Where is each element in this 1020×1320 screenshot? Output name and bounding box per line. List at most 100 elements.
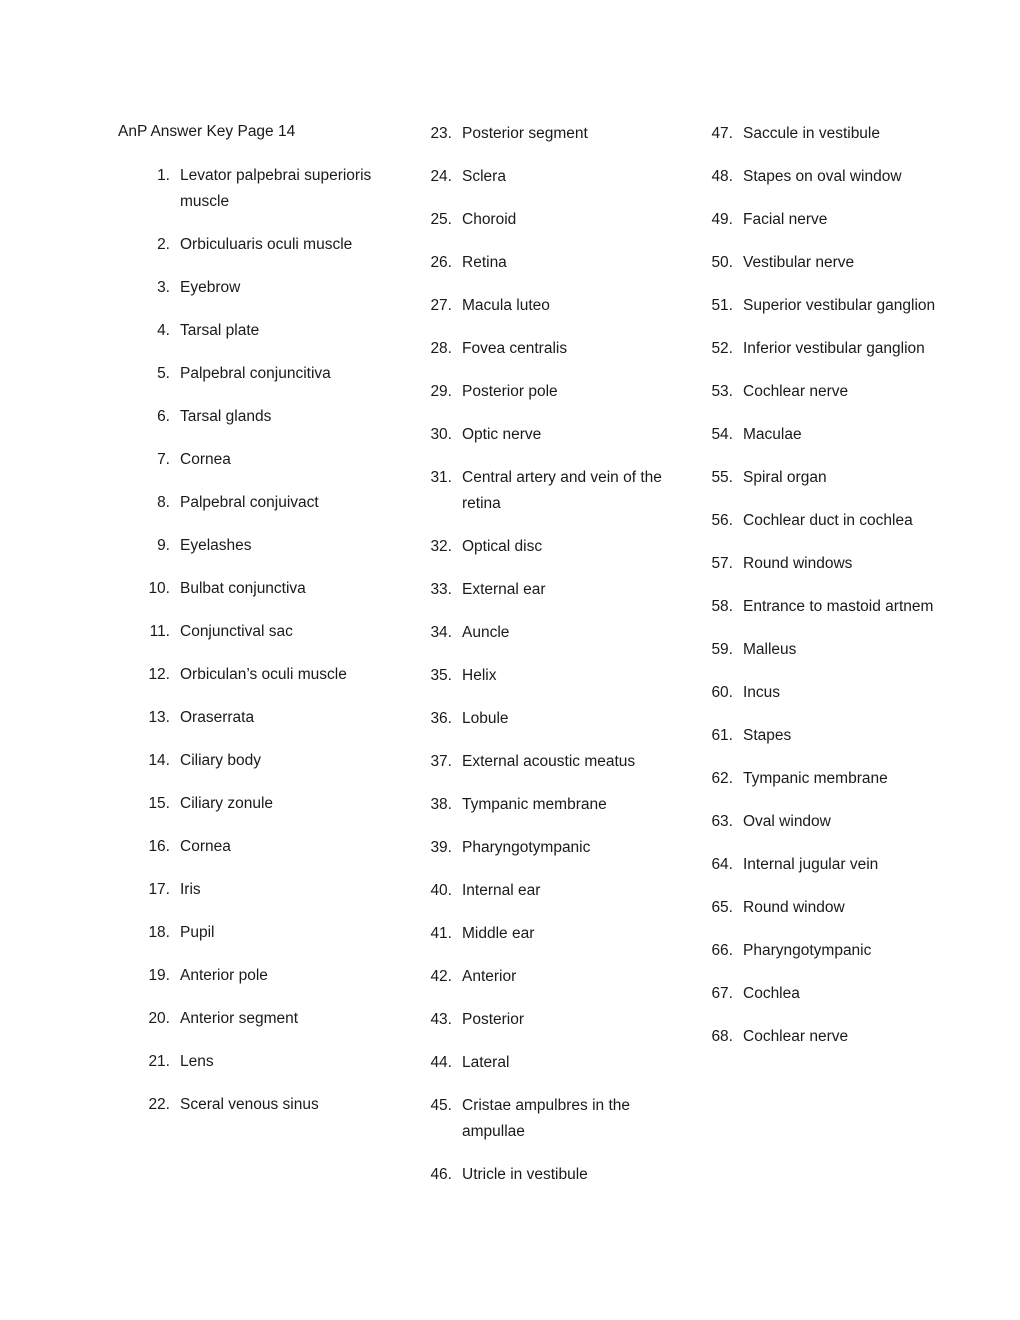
answer-item: 12. Orbiculan’s oculi muscle (140, 662, 390, 688)
answer-item: 36. Lobule (422, 706, 677, 732)
answer-item-label: External acoustic meatus (462, 753, 636, 770)
answer-item: 51. Superior vestibular ganglion (703, 293, 965, 319)
answer-item-number: 17. (148, 881, 170, 898)
answer-item: 21. Lens (140, 1049, 390, 1075)
answer-item: 14. Ciliary body (140, 748, 390, 774)
answer-item-label: Choroid (462, 211, 517, 228)
answer-item-label: Oval window (743, 813, 831, 830)
answer-item-label: Tarsal glands (180, 408, 272, 425)
answer-item-number: 40. (430, 882, 452, 899)
answer-item: 1. Levator palpebrai superioris muscle (140, 163, 390, 215)
answer-item: 19. Anterior pole (140, 963, 390, 989)
answer-item: 43. Posterior (422, 1007, 677, 1033)
answer-item-label: Cristae ampulbres in the ampullae (462, 1097, 630, 1140)
answer-item: 31. Central artery and vein of the retina (422, 465, 677, 517)
answer-item-number: 41. (430, 925, 452, 942)
answer-item-number: 37. (430, 753, 452, 770)
answer-item: 49. Facial nerve (703, 207, 965, 233)
answer-item-label: Helix (462, 667, 497, 684)
answer-item: 15. Ciliary zonule (140, 791, 390, 817)
answer-item-label: Anterior segment (180, 1010, 299, 1027)
answer-item-number: 2. (157, 236, 170, 253)
answer-item: 32. Optical disc (422, 534, 677, 560)
answer-item-label: Central artery and vein of the retina (462, 469, 662, 512)
answer-item-label: Maculae (743, 426, 802, 443)
answer-item: 54. Maculae (703, 422, 965, 448)
answer-item-number: 20. (148, 1010, 170, 1027)
answer-item-number: 18. (148, 924, 170, 941)
answer-item-number: 4. (157, 322, 170, 339)
answer-item-label: Cochlear nerve (743, 1028, 849, 1045)
answer-item: 65. Round window (703, 895, 965, 921)
answer-item-number: 59. (711, 641, 733, 658)
answer-item-number: 49. (711, 211, 733, 228)
answer-item-label: Ciliary body (180, 752, 261, 769)
answer-item-number: 43. (430, 1011, 452, 1028)
answer-item-number: 34. (430, 624, 452, 641)
answer-item-number: 9. (157, 537, 170, 554)
answer-item-number: 26. (430, 254, 452, 271)
answer-item-label: Pharyngotympanic (743, 942, 872, 959)
answer-item-number: 52. (711, 340, 733, 357)
answer-item-label: Lobule (462, 710, 509, 727)
answer-item: 38. Tympanic membrane (422, 792, 677, 818)
answer-item: 30. Optic nerve (422, 422, 677, 448)
answer-item-number: 47. (711, 125, 733, 142)
answer-item-label: Vestibular nerve (743, 254, 855, 271)
answer-item-label: Anterior (462, 968, 517, 985)
answer-item-number: 33. (430, 581, 452, 598)
answer-item-label: Optical disc (462, 538, 543, 555)
answer-column-one: 1. Levator palpebrai superioris muscle 2. O… (140, 163, 390, 1118)
answer-item: 57. Round windows (703, 551, 965, 577)
answer-item-number: 67. (711, 985, 733, 1002)
answer-item: 16. Cornea (140, 834, 390, 860)
answer-item-label: Utricle in vestibule (462, 1166, 588, 1183)
answer-item-label: Incus (743, 684, 781, 701)
answer-item-number: 63. (711, 813, 733, 830)
answer-list-one: 1. Levator palpebrai superioris muscle 2. O… (140, 163, 390, 1118)
answer-item: 37. External acoustic meatus (422, 749, 677, 775)
answer-item-label: Oraserrata (180, 709, 255, 726)
answer-item-number: 12. (148, 666, 170, 683)
answer-item: 67. Cochlea (703, 981, 965, 1007)
answer-item-label: Macula luteo (462, 297, 550, 314)
answer-item-label: Optic nerve (462, 426, 542, 443)
answer-item: 44. Lateral (422, 1050, 677, 1076)
answer-item-label: Internal ear (462, 882, 541, 899)
answer-item-label: Middle ear (462, 925, 535, 942)
answer-item-label: Inferior vestibular ganglion (743, 340, 925, 357)
answer-item-label: Pharyngotympanic (462, 839, 591, 856)
answer-item-number: 19. (148, 967, 170, 984)
answer-item-label: Orbiculuaris oculi muscle (180, 236, 353, 253)
answer-item-label: Lens (180, 1053, 214, 1070)
answer-item-number: 1. (157, 167, 170, 184)
answer-item-number: 55. (711, 469, 733, 486)
answer-item: 20. Anterior segment (140, 1006, 390, 1032)
answer-item: 50. Vestibular nerve (703, 250, 965, 276)
answer-item-number: 60. (711, 684, 733, 701)
answer-item-label: Stapes on oval window (743, 168, 902, 185)
answer-item-number: 56. (711, 512, 733, 529)
answer-item: 48. Stapes on oval window (703, 164, 965, 190)
answer-item-number: 24. (430, 168, 452, 185)
answer-item-number: 50. (711, 254, 733, 271)
answer-item: 40. Internal ear (422, 878, 677, 904)
answer-item: 52. Inferior vestibular ganglion (703, 336, 965, 362)
answer-item-number: 6. (157, 408, 170, 425)
answer-item: 63. Oval window (703, 809, 965, 835)
answer-item-label: Orbiculan’s oculi muscle (180, 666, 347, 683)
answer-item-label: Palpebral conjuncitiva (180, 365, 331, 382)
answer-item-number: 51. (711, 297, 733, 314)
answer-item-label: Round window (743, 899, 845, 916)
answer-item: 41. Middle ear (422, 921, 677, 947)
answer-item-number: 7. (157, 451, 170, 468)
answer-item: 64. Internal jugular vein (703, 852, 965, 878)
answer-item-number: 38. (430, 796, 452, 813)
answer-item-number: 14. (148, 752, 170, 769)
answer-item-number: 62. (711, 770, 733, 787)
answer-item-label: Facial nerve (743, 211, 828, 228)
document-page: AnP Answer Key Page 14 1. Levator palpebr… (0, 0, 1020, 1320)
answer-item-label: Posterior pole (462, 383, 558, 400)
answer-item: 18. Pupil (140, 920, 390, 946)
answer-item: 23. Posterior segment (422, 121, 677, 147)
